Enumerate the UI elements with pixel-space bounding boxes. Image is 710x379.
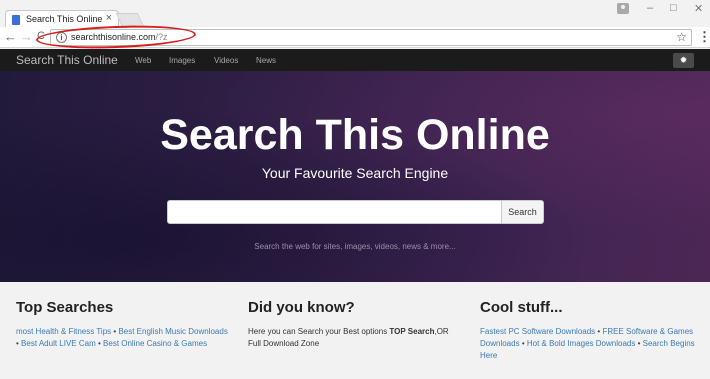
link-separator: •	[597, 327, 601, 336]
hero-section: Search This Online Your Favourite Search…	[0, 71, 710, 282]
top-search-link[interactable]: most Health & Fitness Tips	[16, 327, 111, 336]
url-path: /?z	[155, 32, 168, 42]
link-separator: •	[521, 339, 525, 348]
bookmark-star-icon[interactable]: ☆	[676, 30, 687, 44]
link-separator: •	[637, 339, 641, 348]
top-searches-links: most Health & Fitness Tips • Best Englis…	[16, 326, 231, 350]
minimize-button[interactable]: –	[647, 2, 653, 14]
search-hint-text: Search the web for sites, images, videos…	[254, 242, 456, 251]
top-search-link[interactable]: Best Adult LIVE Cam	[21, 339, 96, 348]
did-you-know-text: Here you can Search your Best options TO…	[248, 326, 463, 350]
site-navbar: Search This Online Web Images Videos New…	[0, 49, 710, 71]
info-section: Top Searches most Health & Fitness Tips …	[0, 282, 710, 379]
search-input[interactable]	[167, 200, 502, 224]
tab-title: Search This Online	[26, 14, 103, 24]
top-searches-column: Top Searches most Health & Fitness Tips …	[16, 299, 231, 350]
cool-stuff-column: Cool stuff... Fastest PC Software Downlo…	[480, 299, 695, 362]
cool-stuff-link[interactable]: Fastest PC Software Downloads	[480, 327, 595, 336]
profile-icon[interactable]	[617, 3, 629, 14]
browser-menu-icon[interactable]: ⋮	[698, 29, 710, 45]
hero-title: Search This Online	[160, 111, 550, 159]
page-favicon-icon	[12, 15, 20, 25]
settings-gear-icon[interactable]: ✹	[673, 53, 694, 68]
top-search-link[interactable]: Best English Music Downloads	[118, 327, 227, 336]
cool-stuff-links: Fastest PC Software Downloads • FREE Sof…	[480, 326, 695, 362]
nav-link-images[interactable]: Images	[169, 56, 195, 65]
close-window-button[interactable]: ✕	[694, 2, 703, 15]
site-info-icon[interactable]: i	[56, 32, 67, 43]
cool-stuff-link[interactable]: Hot & Bold Images Downloads	[527, 339, 636, 348]
nav-link-videos[interactable]: Videos	[214, 56, 238, 65]
address-bar[interactable]: i searchthisonline.com/?z ☆	[50, 29, 692, 46]
site-brand[interactable]: Search This Online	[16, 53, 118, 67]
browser-tabstrip: Search This Online × – □ ✕	[0, 0, 710, 28]
browser-toolbar: ← → C i searchthisonline.com/?z ☆ ⋮	[0, 27, 710, 48]
forward-arrow-icon[interactable]: →	[20, 29, 33, 44]
link-separator: •	[16, 339, 19, 348]
nav-link-news[interactable]: News	[256, 56, 276, 65]
maximize-button[interactable]: □	[670, 2, 677, 14]
cool-stuff-title: Cool stuff...	[480, 299, 563, 316]
top-search-link[interactable]: Best Online Casino & Games	[103, 339, 207, 348]
did-you-know-column: Did you know? Here you can Search your B…	[248, 299, 463, 350]
url-domain: searchthisonline.com	[71, 32, 156, 42]
nav-link-web[interactable]: Web	[135, 56, 151, 65]
did-you-know-title: Did you know?	[248, 299, 355, 316]
reload-icon[interactable]: C	[37, 30, 45, 42]
browser-tab[interactable]: Search This Online ×	[5, 10, 119, 28]
did-you-know-text-start: Here you can Search your Best options	[248, 327, 390, 336]
link-separator: •	[113, 327, 117, 336]
top-searches-title: Top Searches	[16, 299, 114, 316]
link-separator: •	[97, 339, 101, 348]
url-text[interactable]: searchthisonline.com/?z	[71, 32, 168, 42]
did-you-know-highlight: TOP Search	[389, 327, 435, 336]
hero-subtitle: Your Favourite Search Engine	[261, 165, 449, 181]
new-tab-button[interactable]	[115, 13, 145, 27]
back-arrow-icon[interactable]: ←	[4, 29, 17, 44]
search-button[interactable]: Search	[502, 200, 544, 224]
tab-close-icon[interactable]: ×	[106, 12, 112, 24]
